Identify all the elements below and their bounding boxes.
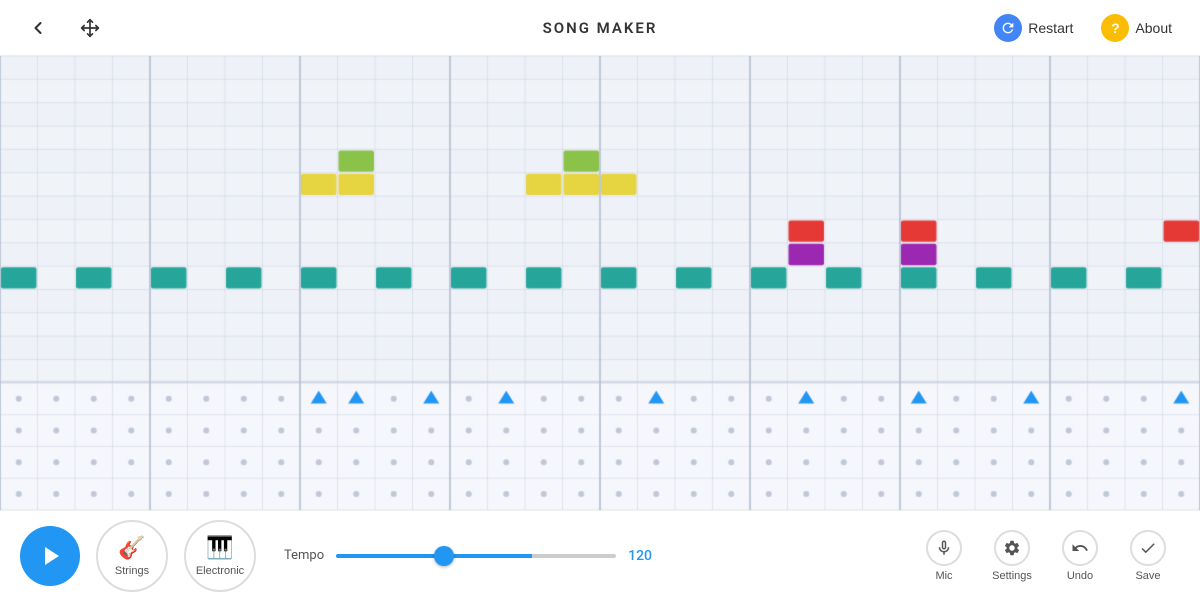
about-label: About — [1135, 20, 1172, 36]
settings-button[interactable]: Settings — [980, 520, 1044, 592]
move-button[interactable] — [72, 14, 108, 42]
tempo-label: Tempo — [284, 548, 324, 563]
tempo-value: 120 — [628, 548, 660, 564]
restart-icon — [994, 14, 1022, 42]
save-button[interactable]: Save — [1116, 520, 1180, 592]
header-right: Restart ? About — [986, 10, 1180, 46]
bottom-toolbar: 🎸 Strings 🎹 Electronic Tempo 120 Mic S — [0, 510, 1200, 600]
undo-label: Undo — [1067, 570, 1093, 582]
app-title: SONG MAKER — [543, 19, 658, 37]
toolbar-right-tools: Mic Settings Undo Sa — [912, 520, 1180, 592]
undo-icon-container — [1062, 530, 1098, 566]
save-label: Save — [1135, 570, 1160, 582]
mic-icon-container — [926, 530, 962, 566]
about-button[interactable]: ? About — [1093, 10, 1180, 46]
undo-button[interactable]: Undo — [1048, 520, 1112, 592]
strings-button[interactable]: 🎸 Strings — [96, 520, 168, 592]
restart-label: Restart — [1028, 20, 1073, 36]
app-header: SONG MAKER Restart ? About — [0, 0, 1200, 56]
play-button[interactable] — [20, 526, 80, 586]
mic-button[interactable]: Mic — [912, 520, 976, 592]
settings-icon-container — [994, 530, 1030, 566]
tempo-section: Tempo 120 — [284, 548, 884, 564]
electronic-label: Electronic — [196, 565, 244, 577]
guitar-icon: 🎸 — [118, 535, 145, 561]
electronic-button[interactable]: 🎹 Electronic — [184, 520, 256, 592]
settings-label: Settings — [992, 570, 1032, 582]
mic-label: Mic — [935, 570, 952, 582]
strings-label: Strings — [115, 565, 149, 577]
restart-button[interactable]: Restart — [986, 10, 1081, 46]
song-grid-area — [0, 56, 1200, 510]
tempo-slider[interactable] — [336, 554, 616, 558]
keyboard-icon: 🎹 — [206, 535, 233, 561]
about-icon: ? — [1101, 14, 1129, 42]
back-button[interactable] — [20, 14, 56, 42]
header-left — [20, 14, 108, 42]
song-grid-canvas[interactable] — [0, 56, 1200, 510]
save-icon-container — [1130, 530, 1166, 566]
